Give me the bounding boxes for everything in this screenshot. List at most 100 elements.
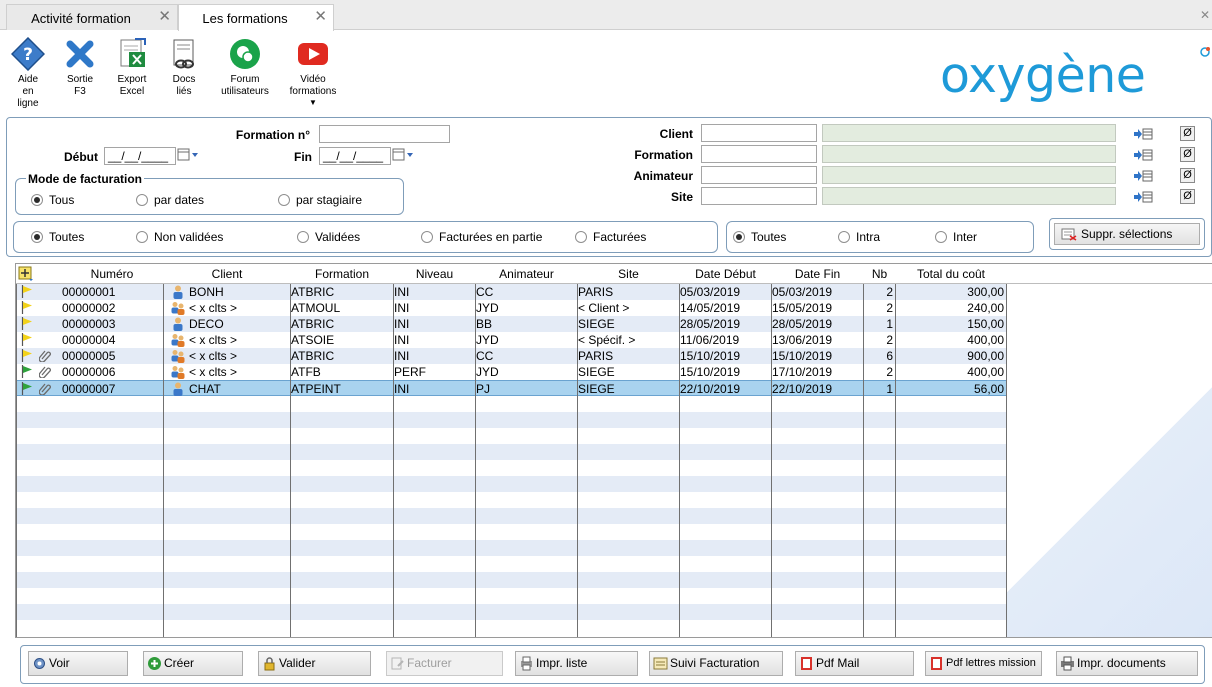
cell-niveau: PERF [394, 365, 427, 379]
select-list-icon[interactable] [1133, 169, 1153, 183]
cell-nb: 2 [886, 333, 893, 347]
empty-row [16, 444, 1006, 460]
formation-code-input[interactable] [701, 145, 817, 163]
pdf-mail-button[interactable]: Pdf Mail [795, 651, 914, 676]
column-header-date-debut[interactable]: Date Début [680, 267, 771, 281]
column-header-date-fin[interactable]: Date Fin [772, 267, 863, 281]
table-row[interactable]: 00000007 CHAT ATPEINT INI PJ SIEGE 22/10/2019 2… [16, 380, 1006, 396]
add-icon [148, 657, 161, 670]
help-icon: ? [11, 37, 45, 71]
column-divider [16, 284, 17, 637]
close-icon[interactable]: ✕ [158, 9, 171, 25]
radio-label: par stagiaire [296, 193, 363, 207]
print-list-icon [521, 656, 532, 671]
aide-en-ligne-button[interactable]: ? Aide en ligne [8, 37, 48, 110]
radio-facturees[interactable]: Facturées [575, 230, 646, 244]
radio-label: Toutes [49, 230, 85, 244]
table-row[interactable]: 00000004 < x clts > ATSOIE INI JYD < Spécif. … [16, 332, 1006, 348]
facturer-button[interactable]: Facturer [386, 651, 503, 676]
radio-toutes[interactable]: Toutes [31, 230, 84, 244]
cell-fin: 13/06/2019 [772, 333, 833, 347]
video-formations-button[interactable]: Vidéo formations ▼ [286, 37, 340, 108]
multi-clients-icon [171, 302, 185, 315]
valider-button[interactable]: Valider [258, 651, 371, 676]
select-list-icon[interactable] [1133, 190, 1153, 204]
clear-client-button[interactable]: Ø [1180, 126, 1195, 141]
multi-clients-icon [171, 334, 185, 347]
column-header-niveau[interactable]: Niveau [394, 267, 475, 281]
cell-total: 400,00 [967, 333, 1004, 347]
radio-dot [575, 231, 587, 243]
client-code-input[interactable] [701, 124, 817, 142]
radio-validees[interactable]: Validées [297, 230, 360, 244]
green-flag-icon [21, 365, 32, 378]
cell-total: 150,00 [967, 317, 1004, 331]
calendar-icon[interactable] [392, 148, 414, 162]
column-header-nb[interactable]: Nb [864, 267, 895, 281]
cell-animateur: CC [476, 349, 494, 363]
suppr-selections-button[interactable]: Suppr. sélections [1049, 218, 1205, 250]
pdf-icon [931, 657, 942, 670]
column-divider [577, 284, 578, 637]
column-header-formation[interactable]: Formation [291, 267, 393, 281]
fin-date-input[interactable]: __/__/____ [319, 147, 391, 165]
radio-facturees-en-partie[interactable]: Facturées en partie [421, 230, 542, 244]
radio-type-toutes[interactable]: Toutes [733, 230, 786, 244]
impr-documents-button[interactable]: Impr. documents [1056, 651, 1198, 676]
select-list-icon[interactable] [1133, 127, 1153, 141]
tab-les-formations[interactable]: Les formations ✕ [178, 4, 334, 31]
clear-formation-button[interactable]: Ø [1180, 147, 1195, 162]
clear-site-button[interactable]: Ø [1180, 189, 1195, 204]
pdf-lettres-mission-button[interactable]: Pdf lettres mission [925, 651, 1042, 676]
sortie-f3-button[interactable]: Sortie F3 [60, 37, 100, 98]
table-row[interactable]: 00000001 BONH ATBRIC INI CC PARIS 05/03/2019 05… [16, 284, 1006, 300]
clear-animateur-button[interactable]: Ø [1180, 168, 1195, 183]
animateur-code-input[interactable] [701, 166, 817, 184]
cell-site: PARIS [578, 285, 614, 299]
radio-mode-par-dates[interactable]: par dates [136, 193, 204, 207]
radio-non-validees[interactable]: Non validées [136, 230, 223, 244]
radio-type-intra[interactable]: Intra [838, 230, 880, 244]
radio-dot [136, 194, 148, 206]
printer-icon [1061, 656, 1074, 671]
table-row[interactable]: 00000002 < x clts > ATMOUL INI JYD < Client >… [16, 300, 1006, 316]
cell-site: < Spécif. > [578, 333, 636, 347]
radio-label: Facturées en partie [439, 230, 543, 244]
column-header-site[interactable]: Site [578, 267, 679, 281]
debut-date-input[interactable]: __/__/____ [104, 147, 176, 165]
label: F3 [74, 86, 86, 97]
radio-mode-par-stagiaire[interactable]: par stagiaire [278, 193, 362, 207]
radio-type-inter[interactable]: Inter [935, 230, 977, 244]
radio-dot [31, 194, 43, 206]
column-header-animateur[interactable]: Animateur [476, 267, 577, 281]
radio-label: Facturées [593, 230, 647, 244]
tab-activite-formation[interactable]: Activité formation ✕ [6, 4, 178, 30]
column-header-total[interactable]: Total du coût [896, 267, 1006, 281]
radio-mode-tous[interactable]: Tous [31, 193, 74, 207]
table-row[interactable]: 00000006 < x clts > ATFB PERF JYD SIEGE 15/10/… [16, 364, 1006, 380]
cell-numero: 00000002 [62, 301, 116, 315]
column-header-client[interactable]: Client [164, 267, 290, 281]
video-play-icon [298, 43, 328, 65]
suivi-facturation-button[interactable]: Suivi Facturation [649, 651, 783, 676]
impr-liste-button[interactable]: Impr. liste [515, 651, 638, 676]
creer-button[interactable]: Créer [143, 651, 243, 676]
export-excel-button[interactable]: Export Excel [112, 37, 152, 98]
column-header-numero[interactable]: Numéro [64, 267, 160, 281]
table-row[interactable]: 00000003 DECO ATBRIC INI BB SIEGE 28/05/2019 28… [16, 316, 1006, 332]
table-row[interactable]: 00000005 < x clts > ATBRIC INI CC PARIS 15/10/… [16, 348, 1006, 364]
cell-client: CHAT [189, 382, 221, 396]
site-code-input[interactable] [701, 187, 817, 205]
formation-no-label: Formation n° [235, 128, 310, 142]
voir-button[interactable]: Voir [28, 651, 128, 676]
forum-utilisateurs-button[interactable]: Forum utilisateurs [216, 37, 274, 98]
select-list-icon[interactable] [1133, 148, 1153, 162]
animateur-label: Animateur [633, 169, 693, 183]
column-chooser-icon[interactable] [18, 266, 34, 282]
site-label: Site [670, 190, 693, 204]
docs-lies-button[interactable]: Docs liés [164, 37, 204, 98]
calendar-icon[interactable] [177, 148, 199, 162]
close-window-icon[interactable]: ✕ [1200, 8, 1210, 22]
close-icon[interactable]: ✕ [314, 9, 327, 25]
formation-no-input[interactable] [319, 125, 450, 143]
